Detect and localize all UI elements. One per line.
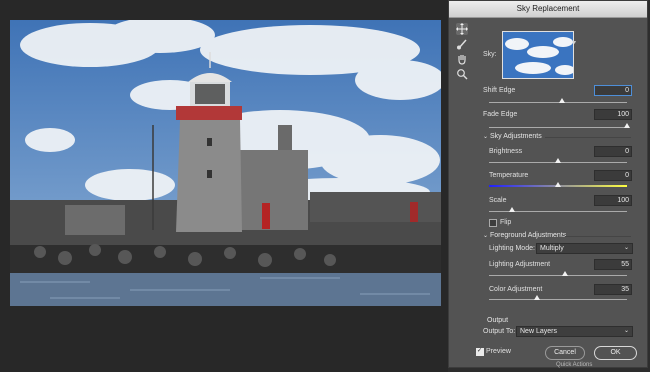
lighting-adjustment-slider-thumb[interactable]	[561, 271, 568, 276]
chevron-down-icon: ⌄	[623, 328, 629, 334]
zoom-icon[interactable]	[456, 68, 468, 80]
lighting-adjustment-slider-track[interactable]	[489, 275, 627, 276]
sky-brush-icon[interactable]	[456, 38, 468, 50]
shift-edge-slider-thumb[interactable]	[559, 98, 566, 103]
sky-dropdown-chevron-icon[interactable]: ▾	[573, 39, 576, 46]
sky-label: Sky:	[483, 51, 497, 58]
scale-input[interactable]: 100	[594, 195, 632, 206]
sky-replacement-dialog: Sky Replacement Sky: ▾ Shift Edge 0 Fade…	[448, 0, 648, 368]
lighting-mode-label: Lighting Mode:	[489, 245, 535, 252]
shift-edge-slider-track[interactable]	[489, 102, 627, 103]
lighting-mode-value: Multiply	[540, 245, 564, 252]
shift-edge-input[interactable]: 0	[594, 85, 632, 96]
scale-slider-thumb[interactable]	[509, 207, 516, 212]
lighting-adjustment-label: Lighting Adjustment	[489, 261, 551, 268]
fade-edge-label: Fade Edge	[483, 111, 518, 118]
brightness-slider-thumb[interactable]	[555, 158, 561, 163]
sky-preset-thumbnail[interactable]	[502, 31, 574, 79]
lighting-adjustment-input[interactable]: 55	[594, 259, 632, 270]
scale-label: Scale	[489, 197, 507, 204]
cancel-button[interactable]: Cancel	[545, 346, 585, 360]
lighting-mode-select[interactable]: Multiply ⌄	[536, 243, 633, 254]
hand-icon[interactable]	[456, 53, 468, 65]
output-header: Output	[487, 317, 509, 324]
lighthouse-photo	[10, 20, 441, 306]
output-to-select[interactable]: New Layers ⌄	[516, 326, 633, 337]
preview-label: Preview	[486, 348, 511, 355]
color-adjustment-slider-thumb[interactable]	[534, 295, 541, 300]
color-adjustment-label: Color Adjustment	[489, 286, 543, 293]
brightness-label: Brightness	[489, 148, 523, 155]
color-adjustment-input[interactable]: 35	[594, 284, 632, 295]
foreground-adjustments-section[interactable]: ⌄ Foreground Adjustments	[483, 232, 566, 239]
color-adjustment-slider-track[interactable]	[489, 299, 627, 300]
move-sky-tool-icon[interactable]	[456, 23, 468, 35]
chevron-down-icon: ⌄	[483, 233, 489, 239]
chevron-down-icon: ⌄	[483, 134, 489, 140]
fade-edge-slider-thumb[interactable]	[624, 123, 630, 128]
brightness-input[interactable]: 0	[594, 146, 632, 157]
temperature-input[interactable]: 0	[594, 170, 632, 181]
fade-edge-slider-track[interactable]	[489, 127, 627, 128]
temperature-slider-thumb[interactable]	[555, 182, 561, 187]
chevron-down-icon: ⌄	[623, 245, 629, 251]
temperature-label: Temperature	[489, 172, 529, 179]
flip-checkbox[interactable]	[489, 219, 497, 227]
preview-checkbox[interactable]	[476, 347, 484, 356]
flip-label: Flip	[500, 219, 512, 226]
shift-edge-label: Shift Edge	[483, 87, 516, 94]
section-divider	[545, 137, 631, 138]
foreground-adjustments-header: Foreground Adjustments	[490, 232, 567, 239]
ok-button[interactable]: OK	[594, 346, 637, 360]
dialog-toolbar	[456, 23, 470, 83]
document-canvas[interactable]	[0, 0, 448, 372]
sky-adjustments-header: Sky Adjustments	[490, 133, 542, 140]
sky-adjustments-section[interactable]: ⌄ Sky Adjustments	[483, 133, 542, 140]
dialog-title: Sky Replacement	[449, 1, 647, 18]
fade-edge-input[interactable]: 100	[594, 109, 632, 120]
output-to-label: Output To:	[483, 328, 516, 335]
quick-actions-panel-label[interactable]: Quick Actions	[556, 362, 592, 368]
section-divider	[565, 236, 631, 237]
output-to-value: New Layers	[520, 328, 557, 335]
